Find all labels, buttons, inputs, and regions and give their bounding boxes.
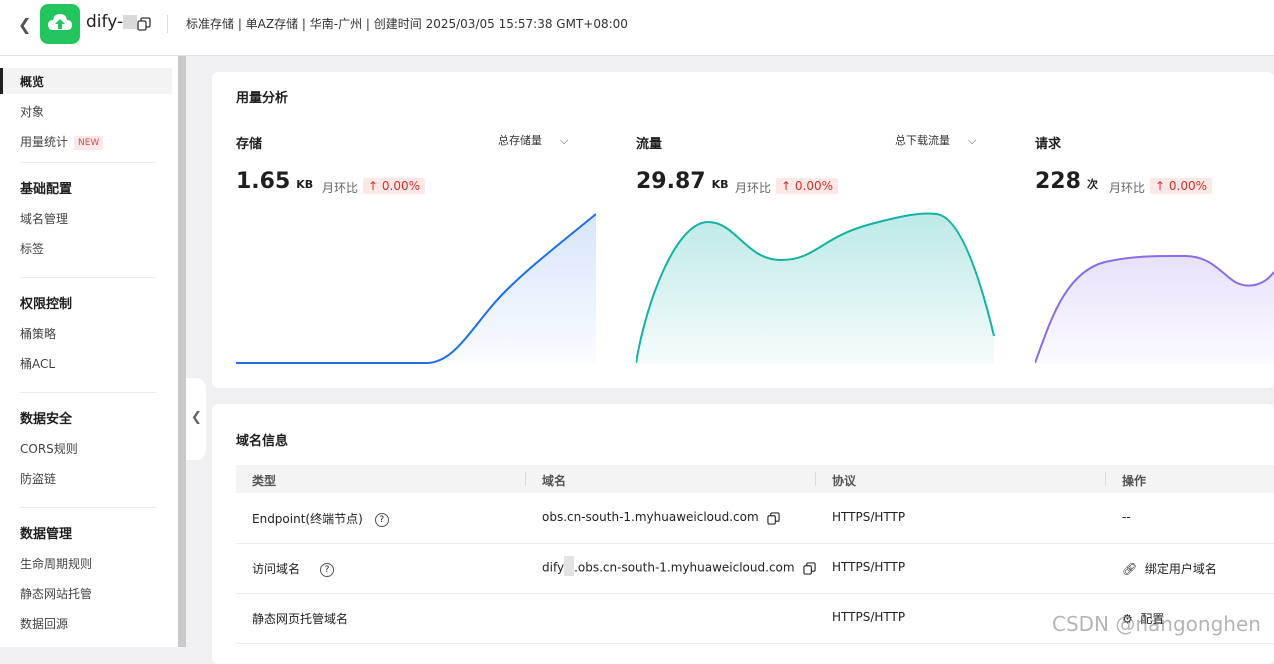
row-protocol: HTTPS/HTTP <box>832 510 906 524</box>
row-protocol: HTTPS/HTTP <box>832 610 906 624</box>
sidebar-item-domain-management[interactable]: 域名管理 <box>20 210 68 227</box>
back-icon[interactable]: ❮ <box>18 13 34 37</box>
sidebar-item-overview[interactable]: 概览 <box>0 68 172 94</box>
copy-icon[interactable] <box>137 16 151 31</box>
storage-mom-badge: ↑ 0.00% <box>363 178 425 194</box>
usage-analysis-title: 用量分析 <box>236 91 289 106</box>
row-action: -- <box>1122 510 1131 524</box>
header-divider <box>167 15 168 33</box>
sidebar-item-objects[interactable]: 对象 <box>20 103 44 120</box>
sidebar-collapse-handle[interactable]: ❮ <box>186 378 206 460</box>
traffic-sparkline <box>636 212 995 364</box>
new-badge: NEW <box>74 135 104 150</box>
row-domain: dify .obs.cn-south-1.myhuaweicloud.com <box>542 556 816 576</box>
column-action: 操作 <box>1122 474 1147 488</box>
link-icon: 🔗︎ <box>1122 562 1138 576</box>
table-row: Endpoint(终端节点)? obs.cn-south-1.myhuaweic… <box>236 493 1274 544</box>
requests-sparkline <box>1035 254 1274 364</box>
storage-mom-label: 月环比 <box>322 181 359 195</box>
storage-title: 存储 <box>236 137 263 152</box>
sidebar-group-data-management: 数据管理 <box>20 527 73 542</box>
requests-value: 228 次 <box>1035 169 1098 194</box>
copy-icon[interactable] <box>802 562 816 575</box>
requests-mom-label: 月环比 <box>1109 181 1146 195</box>
sidebar-item-back-to-source[interactable]: 数据回源 <box>20 615 68 632</box>
sidebar-group-basic: 基础配置 <box>20 182 73 197</box>
obs-logo-icon <box>40 4 80 44</box>
storage-metric-select[interactable]: 总存储量 ⌵ <box>498 132 568 148</box>
table-header: 类型 域名 协议 操作 <box>236 465 1274 493</box>
sidebar-group-permissions: 权限控制 <box>20 297 73 312</box>
domain-info-title: 域名信息 <box>236 434 289 449</box>
traffic-area <box>636 213 994 364</box>
sidebar-item-bucket-acl[interactable]: 桶ACL <box>20 355 55 372</box>
traffic-mom-badge: ↑ 0.00% <box>776 178 838 194</box>
top-bar: ❮ dify- 标准存储 | 单AZ存储 | 华南-广州 | 创建时间 2025… <box>0 0 1274 56</box>
help-icon[interactable]: ? <box>374 512 389 527</box>
row-type: 静态网页托管域名 <box>252 612 349 626</box>
traffic-value: 29.87 KB <box>636 169 729 194</box>
row-protocol: HTTPS/HTTP <box>832 560 906 574</box>
chevron-down-icon: ⌵ <box>968 134 977 147</box>
column-protocol: 协议 <box>832 474 857 488</box>
column-divider <box>815 472 816 486</box>
sidebar-item-hotlink-protection[interactable]: 防盗链 <box>20 470 56 487</box>
traffic-title: 流量 <box>636 137 663 152</box>
row-type: Endpoint(终端节点)? <box>252 510 389 527</box>
row-type: 访问域名? <box>252 560 335 577</box>
sidebar-divider <box>20 507 156 508</box>
bucket-name: dify- <box>86 12 138 32</box>
sidebar-group-security: 数据安全 <box>20 412 73 427</box>
column-divider <box>1105 472 1106 486</box>
sidebar-divider <box>20 162 156 163</box>
traffic-metric-select[interactable]: 总下载流量 ⌵ <box>895 132 976 148</box>
column-type: 类型 <box>252 474 277 488</box>
sidebar-item-cors[interactable]: CORS规则 <box>20 440 78 457</box>
table-row: 访问域名? dify .obs.cn-south-1.myhuaweicloud.… <box>236 543 1274 594</box>
sidebar: 概览 对象 用量统计 NEW 基础配置 域名管理 标签 权限控制 桶策略 桶ACL… <box>0 56 178 647</box>
storage-area <box>236 214 596 364</box>
chevron-left-icon: ❮ <box>191 410 202 425</box>
help-icon[interactable]: ? <box>320 562 335 577</box>
row-domain: obs.cn-south-1.myhuaweicloud.com <box>542 510 780 525</box>
storage-value: 1.65 KB <box>236 169 314 194</box>
column-divider <box>525 472 526 486</box>
sidebar-divider <box>20 277 156 278</box>
bucket-meta: 标准存储 | 单AZ存储 | 华南-广州 | 创建时间 2025/03/05 1… <box>186 17 628 31</box>
watermark: CSDN @nangonghen <box>1052 612 1261 636</box>
storage-sparkline <box>236 213 596 364</box>
sidebar-divider <box>20 392 156 393</box>
requests-mom-badge: ↑ 0.00% <box>1150 178 1212 194</box>
column-domain: 域名 <box>542 474 567 488</box>
sidebar-item-lifecycle[interactable]: 生命周期规则 <box>20 555 92 572</box>
sidebar-scrollbar[interactable] <box>178 56 186 647</box>
sidebar-item-bucket-policy[interactable]: 桶策略 <box>20 325 56 342</box>
sidebar-item-static-website[interactable]: 静态网站托管 <box>20 585 92 602</box>
sidebar-item-usage-stats[interactable]: 用量统计 NEW <box>20 133 104 150</box>
bind-custom-domain-button[interactable]: 🔗︎ 绑定用户域名 <box>1122 560 1217 577</box>
requests-title: 请求 <box>1035 137 1062 152</box>
sidebar-item-tags[interactable]: 标签 <box>20 240 44 257</box>
usage-analysis-card: 用量分析 存储 总存储量 ⌵ 1.65 KB 月环比 ↑ 0.00% 流量 总下载流… <box>212 72 1274 388</box>
requests-area <box>1035 255 1274 364</box>
chevron-down-icon: ⌵ <box>560 134 569 147</box>
copy-icon[interactable] <box>767 511 780 525</box>
traffic-mom-label: 月环比 <box>735 181 772 195</box>
